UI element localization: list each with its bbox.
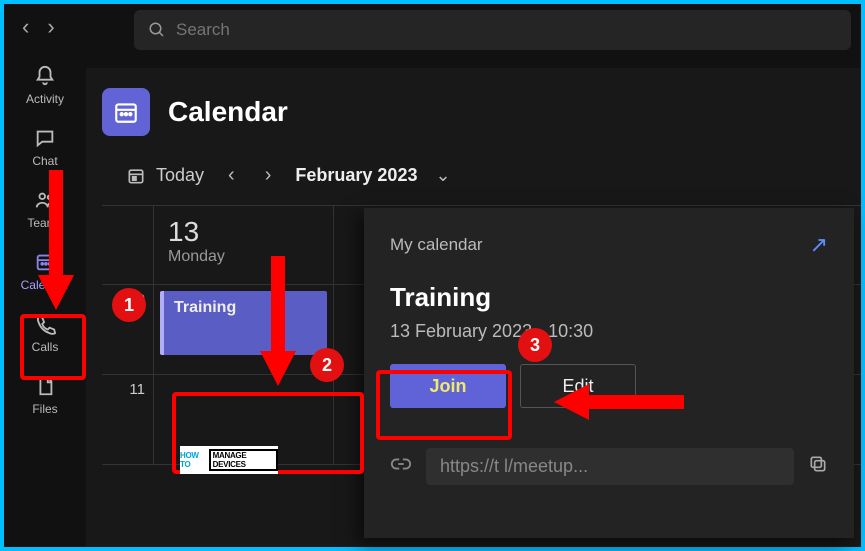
phone-icon	[33, 312, 57, 336]
search-input[interactable]	[176, 20, 837, 40]
calendar-app-icon	[102, 88, 150, 136]
event-time: 13 February 2023 - 10:30	[390, 321, 828, 342]
event-title: Training	[390, 282, 828, 313]
sidebar-item-label: Activity	[26, 92, 64, 106]
calendar-cell[interactable]: Training	[154, 285, 334, 374]
annotation-arrow-1	[36, 170, 76, 310]
popup-breadcrumb: My calendar	[390, 235, 483, 255]
calendar-today-icon	[126, 166, 146, 186]
sidebar-item-calls[interactable]: Calls	[15, 304, 75, 362]
page-title: Calendar	[168, 96, 288, 128]
annotation-arrow-3	[554, 382, 684, 422]
copy-icon[interactable]	[808, 454, 828, 479]
back-button[interactable]: ‹	[22, 14, 29, 40]
sidebar-item-files[interactable]: Files	[15, 366, 75, 424]
sidebar-item-chat[interactable]: Chat	[15, 118, 75, 176]
forward-button[interactable]: ›	[47, 14, 54, 40]
expand-icon[interactable]: ↗	[810, 232, 828, 258]
sidebar-item-label: Calls	[32, 340, 59, 354]
chat-icon	[33, 126, 57, 150]
bell-icon	[33, 64, 57, 88]
calendar-event[interactable]: Training	[160, 291, 327, 355]
search-bar[interactable]	[134, 10, 851, 50]
meeting-link[interactable]: https://t l/meetup...	[426, 448, 794, 485]
link-icon	[390, 453, 412, 480]
calendar-toolbar: Today ‹ › February 2023 ⌄	[102, 158, 861, 205]
annotation-arrow-2	[258, 256, 298, 386]
sidebar-item-label: Chat	[32, 154, 57, 168]
today-button[interactable]: Today	[126, 165, 204, 186]
annotation-badge-2: 2	[310, 348, 344, 382]
annotation-badge-1: 1	[112, 288, 146, 322]
day-number: 13	[168, 216, 319, 248]
sidebar-item-label: Files	[32, 402, 57, 416]
sidebar-item-activity[interactable]: Activity	[15, 56, 75, 114]
watermark: HOW TOMANAGE DEVICES	[180, 446, 278, 474]
chevron-down-icon[interactable]: ⌄	[435, 165, 450, 186]
prev-period-button[interactable]: ‹	[222, 164, 241, 187]
join-button[interactable]: Join	[390, 364, 506, 408]
today-label: Today	[156, 165, 204, 186]
annotation-badge-3: 3	[518, 328, 552, 362]
next-period-button[interactable]: ›	[259, 164, 278, 187]
hour-label: 11	[102, 375, 154, 464]
day-column-header[interactable]: 13 Monday	[154, 206, 334, 284]
search-icon	[148, 21, 166, 39]
file-icon	[33, 374, 57, 398]
event-popup: My calendar ↗ Training 13 February 2023 …	[364, 208, 854, 538]
month-label[interactable]: February 2023	[295, 165, 417, 186]
